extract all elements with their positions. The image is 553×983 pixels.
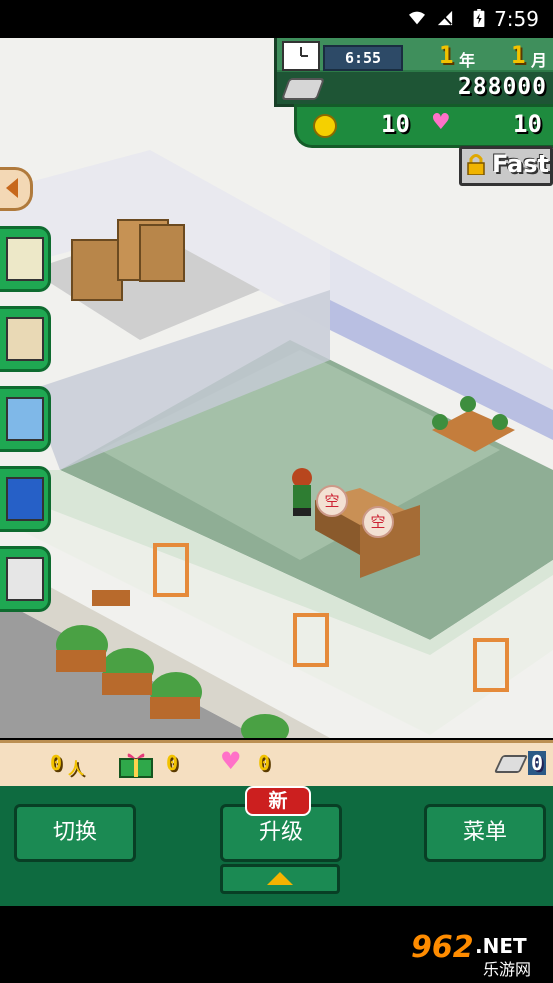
menu-button[interactable]: 菜单 [424,804,546,862]
watermark-logo: 962 .NET 乐游网 [411,930,547,979]
new-badge: 新 [245,786,311,816]
coin-value: 10 [381,110,410,138]
heart-count: 0 [258,751,271,775]
expand-panel-button[interactable] [220,864,340,894]
staff-button[interactable] [0,306,51,372]
status-panel: 6:55 1 年 1 月 288000 [274,38,553,107]
watermark-brand: 962 [411,930,474,965]
watermark-sub: 乐游网 [483,960,532,979]
build-shelf-button[interactable] [0,226,51,292]
info-bar: 0 人 0 ♥ 0 0 [0,740,553,790]
fast-forward-button[interactable]: Fast [459,146,553,186]
clock: 7:59 [494,7,539,31]
wifi-icon [409,11,425,25]
arrow-left-icon [6,178,18,198]
person-icon [6,317,44,361]
heart-icon: ♥ [431,110,451,135]
collapse-sidebar-button[interactable] [0,167,33,211]
date-row: 6:55 1 年 1 月 [277,38,553,71]
ticket-count: 0 [528,751,547,775]
month-value: 1 [511,41,526,69]
computer-button[interactable] [0,546,51,612]
gift-count: 0 [166,751,179,775]
clock-icon [282,41,320,71]
shop-button[interactable] [0,386,51,452]
people-count: 0 [50,751,63,775]
lock-icon [467,154,485,175]
heart-icon: ♥ [220,747,242,775]
gift-icon [119,753,153,778]
switch-button[interactable]: 切换 [14,804,136,862]
money-value: 288000 [457,74,547,100]
coin-icon [313,114,337,138]
speech-bubble-icon [6,477,44,521]
message-button[interactable] [0,466,51,532]
battery-icon [473,9,485,27]
crate-icon [6,237,44,281]
game-time: 6:55 [323,45,403,71]
points-panel: 10 ♥ 10 [294,104,553,148]
computer-icon [6,557,44,601]
money-row: 288000 [277,72,553,104]
empty-shelf-bubble[interactable]: 空 [362,506,394,538]
signal-icon [437,10,453,26]
ticket-icon [493,755,529,773]
heart-value: 10 [513,110,542,138]
year-value: 1 [439,41,454,69]
arrow-up-icon [267,872,293,885]
status-bar: 7:59 [0,0,553,38]
month-unit: 月 [531,51,548,70]
shop-icon [6,397,44,441]
fast-label: Fast [492,150,549,178]
money-icon [280,78,326,100]
empty-shelf-bubble[interactable]: 空 [316,485,348,517]
year-unit: 年 [459,51,476,70]
people-unit: 人 [68,759,85,778]
bottom-menu: 切换 升级 新 菜单 [0,786,553,906]
watermark-suffix: .NET [475,934,527,958]
